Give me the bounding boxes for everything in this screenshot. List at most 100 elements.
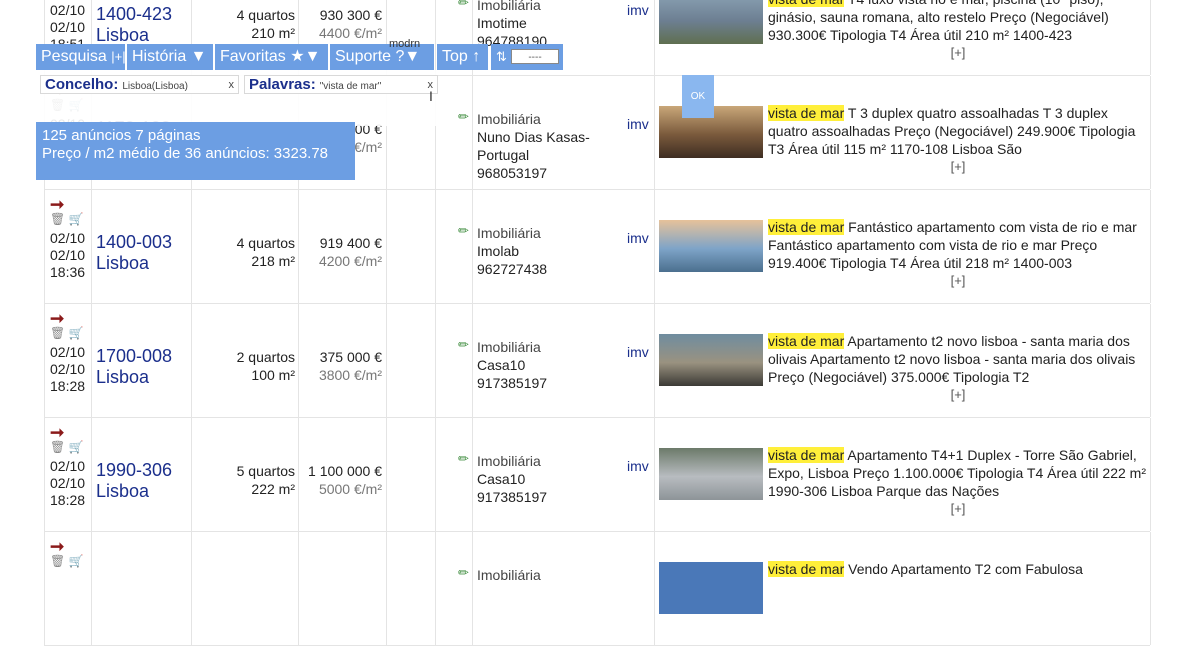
column-divider (386, 304, 387, 417)
rooms: 4 quartos (236, 7, 295, 23)
city[interactable]: Lisboa (96, 25, 172, 46)
source-link[interactable]: imv (627, 116, 649, 132)
listing-row[interactable]: ➞ 🗑 🛒 ✏ Imobiliária vista de mar Vendo A… (44, 532, 1151, 646)
postal-code[interactable]: 1400-423 (96, 4, 172, 25)
column-divider (91, 532, 92, 645)
edit-pencil-icon[interactable]: ✏ (458, 223, 469, 239)
rooms: 2 quartos (236, 349, 295, 365)
open-arrow-icon[interactable]: ➞ (50, 310, 90, 327)
column-header-fragment: modrn (389, 38, 421, 50)
price-per-m2: 5000 €/m² (318, 481, 382, 497)
price: 1 100 000 € (308, 463, 382, 479)
column-divider (91, 418, 92, 531)
open-arrow-icon[interactable]: ➞ (50, 424, 90, 441)
agency-name: Imotime (477, 15, 527, 31)
agency: Imobiliária (477, 566, 617, 584)
expand-more-link[interactable]: [+] (768, 386, 1148, 404)
price-per-m2: 3800 €/m² (318, 367, 382, 383)
edit-pencil-icon[interactable]: ✏ (458, 109, 469, 125)
date-updated: 02/10 (50, 475, 86, 491)
source-link[interactable]: imv (627, 344, 649, 360)
listing-photo[interactable] (659, 334, 763, 386)
column-divider (472, 76, 473, 189)
agency-name: Nuno Dias Kasas-Portugal (477, 129, 590, 163)
historia-button[interactable]: História ▼ (127, 44, 213, 70)
city[interactable]: Lisboa (96, 481, 172, 502)
column-divider (654, 76, 655, 189)
edit-pencil-icon[interactable]: ✏ (458, 0, 469, 11)
agency-name: Casa10 (477, 357, 526, 373)
remove-concelho-icon[interactable]: x (229, 76, 235, 94)
listing-location[interactable]: 1700-008 Lisboa (96, 346, 172, 388)
edit-pencil-icon[interactable]: ✏ (458, 565, 469, 581)
agency: Imobiliária Imotime 964788190 (477, 0, 617, 50)
agency-type: Imobiliária (477, 453, 541, 469)
date-updated: 02/10 (50, 19, 86, 35)
top-button[interactable]: Top ↑ (437, 44, 488, 70)
trash-icon[interactable]: 🗑 (50, 554, 65, 568)
favoritas-button[interactable]: Favoritas ★▼ (215, 44, 328, 70)
ok-button[interactable]: OK (682, 75, 714, 118)
column-divider (386, 532, 387, 645)
rooms: 4 quartos (236, 235, 295, 251)
postal-code[interactable]: 1400-003 (96, 232, 172, 253)
edit-pencil-icon[interactable]: ✏ (458, 451, 469, 467)
date-published: 02/10 (50, 344, 86, 360)
listing-dates: 02/10 02/10 18:28 (50, 458, 85, 509)
source-link[interactable]: imv (627, 230, 649, 246)
listing-location[interactable]: 1400-003 Lisboa (96, 232, 172, 274)
time: 18:28 (50, 378, 86, 394)
date-updated: 02/10 (50, 361, 86, 377)
postal-code[interactable]: 1700-008 (96, 346, 172, 367)
pesquisa-button[interactable]: Pesquisa |+| (36, 44, 126, 70)
keyword-highlight: vista de mar (768, 333, 845, 349)
cart-icon[interactable]: 🛒 (69, 440, 84, 454)
cart-icon[interactable]: 🛒 (69, 212, 84, 226)
source-link[interactable]: imv (627, 458, 649, 474)
trash-icon[interactable]: 🗑 (50, 440, 65, 454)
column-divider (654, 0, 655, 75)
listing-row[interactable]: ➞ 🗑 🛒 02/10 02/10 18:28 1990-306 Lisboa … (44, 418, 1151, 532)
agency-type: Imobiliária (477, 0, 541, 13)
agency-phone: 917385197 (477, 375, 548, 391)
cart-icon[interactable]: 🛒 (69, 326, 84, 340)
pesquisa-label: Pesquisa (41, 48, 107, 65)
column-divider (472, 304, 473, 417)
keyword-highlight: vista de mar (768, 219, 845, 235)
listing-price: 930 300 € 4400 €/m² (302, 6, 382, 42)
trash-icon[interactable]: 🗑 (50, 212, 65, 226)
agency: Imobiliária Imolab 962727438 (477, 224, 617, 278)
listing-photo[interactable] (659, 0, 763, 44)
listing-dates: 02/10 02/10 18:36 (50, 230, 85, 281)
palavras-value: "vista de mar" (319, 81, 382, 92)
column-divider (298, 532, 299, 645)
postal-code[interactable]: 1990-306 (96, 460, 172, 481)
rooms: 5 quartos (236, 463, 295, 479)
open-arrow-icon[interactable]: ➞ (50, 196, 90, 213)
city[interactable]: Lisboa (96, 367, 172, 388)
listing-location[interactable]: 1990-306 Lisboa (96, 460, 172, 502)
listing-row[interactable]: ➞ 🗑 🛒 02/10 02/10 18:36 1400-003 Lisboa … (44, 190, 1151, 304)
edit-pencil-icon[interactable]: ✏ (458, 337, 469, 353)
open-arrow-icon[interactable]: ➞ (50, 538, 90, 555)
sort-icon[interactable]: ⇅ (496, 49, 507, 64)
expand-more-link[interactable]: [+] (768, 272, 1148, 290)
cart-icon[interactable]: 🛒 (69, 554, 84, 568)
expand-more-link[interactable]: [+] (768, 44, 1148, 62)
agency-name: Casa10 (477, 471, 526, 487)
expand-more-link[interactable]: [+] (768, 158, 1148, 176)
trash-icon[interactable]: 🗑 (50, 326, 65, 340)
expand-icon: |+| (111, 49, 126, 64)
source-link[interactable]: imv (627, 2, 649, 18)
listing-row[interactable]: ➞ 🗑 🛒 02/10 02/10 18:28 1700-008 Lisboa … (44, 304, 1151, 418)
expand-more-link[interactable]: [+] (768, 500, 1148, 518)
sort-select[interactable]: ---- (511, 49, 559, 64)
listing-location[interactable]: 1400-423 Lisboa (96, 4, 172, 46)
listing-size: 4 quartos 210 m² (194, 6, 295, 42)
listing-dates: 02/10 02/10 18:28 (50, 344, 85, 395)
listing-photo[interactable] (659, 220, 763, 272)
listing-photo[interactable] (659, 448, 763, 500)
listing-description: vista de mar Vendo Apartamento T2 com Fa… (768, 560, 1148, 578)
city[interactable]: Lisboa (96, 253, 172, 274)
palavras-filter: Palavras: "vista de mar" x (244, 75, 438, 94)
